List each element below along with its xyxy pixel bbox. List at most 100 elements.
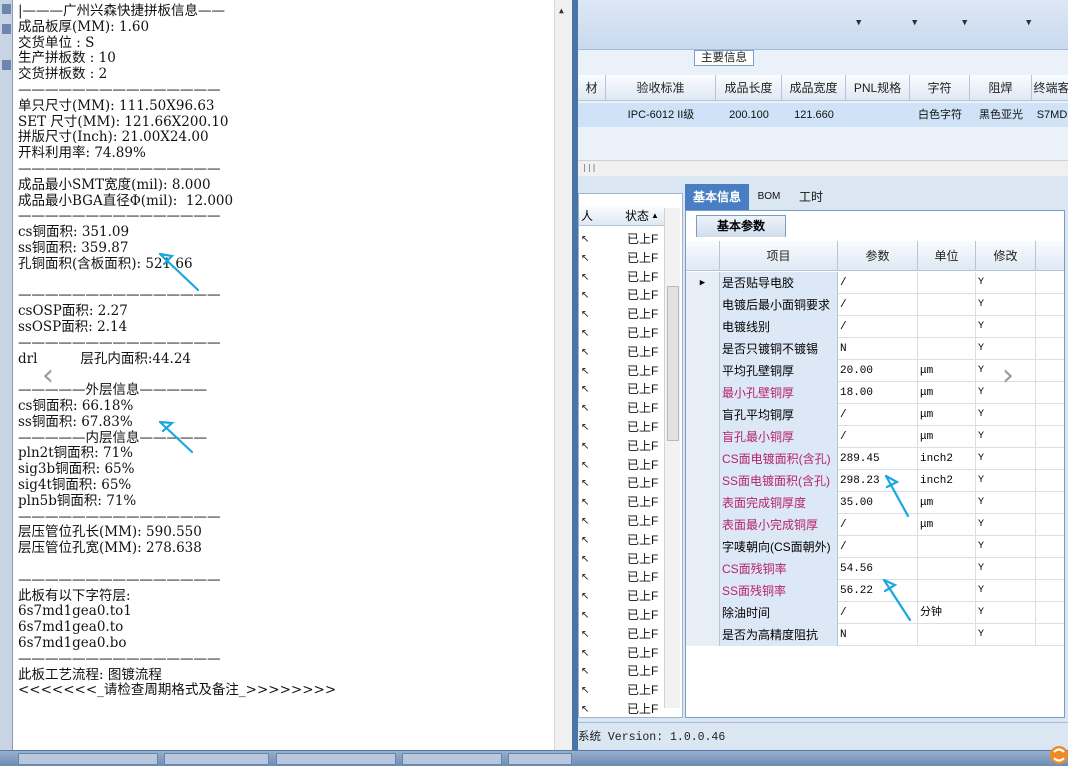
tab-basic-info[interactable]: 基本信息: [685, 184, 749, 210]
param-unit[interactable]: [918, 624, 976, 646]
text-content-area[interactable]: |———广州兴森快捷拼板信息—— 成品板厚(MM): 1.60 交货单位 : S 生产…: [14, 0, 554, 750]
dropdown-arrow-icon[interactable]: ▼: [1026, 18, 1031, 28]
taskbar-button[interactable]: [402, 753, 502, 765]
list-item[interactable]: ↖ 已上F: [579, 437, 664, 456]
prev-image-icon[interactable]: ‹: [42, 358, 54, 393]
list-item[interactable]: ↖ 已上F: [579, 512, 664, 531]
list-item[interactable]: ↖ 已上F: [579, 700, 664, 719]
scroll-up-icon[interactable]: ▲: [559, 6, 564, 15]
list-item[interactable]: ↖ 已上F: [579, 625, 664, 644]
row-indicator[interactable]: [686, 294, 720, 316]
main-info-cell[interactable]: 黑色亚光: [970, 104, 1032, 126]
list-scroll-thumb[interactable]: [667, 286, 679, 441]
param-row[interactable]: CS面电镀面积(含孔) 289.45 inch2 Y: [686, 448, 1064, 470]
main-info-column-header[interactable]: 终端客: [1032, 75, 1068, 101]
scroll-grip-icon[interactable]: |||: [582, 163, 596, 172]
param-unit[interactable]: μm: [918, 404, 976, 426]
row-indicator[interactable]: [686, 338, 720, 360]
param-row[interactable]: SS面残铜率 56.22 Y: [686, 580, 1064, 602]
row-indicator[interactable]: [686, 536, 720, 558]
param-modify[interactable]: Y: [976, 602, 1036, 624]
vertical-scrollbar[interactable]: ▲: [554, 0, 572, 750]
list-item[interactable]: ↖ 已上F: [579, 531, 664, 550]
list-item[interactable]: ↖ 已上F: [579, 268, 664, 287]
param-row[interactable]: 电镀线别 / Y: [686, 316, 1064, 338]
list-item[interactable]: ↖ 已上F: [579, 380, 664, 399]
param-modify[interactable]: Y: [976, 536, 1036, 558]
param-row[interactable]: 字唛朝向(CS面朝外) / Y: [686, 536, 1064, 558]
toolbar-icon[interactable]: [2, 24, 11, 34]
param-row[interactable]: 电镀后最小面铜要求 / Y: [686, 294, 1064, 316]
column-header-param[interactable]: 参数: [838, 241, 918, 271]
list-item[interactable]: ↖ 已上F: [579, 249, 664, 268]
main-info-cell[interactable]: 200.100: [716, 104, 782, 126]
param-modify[interactable]: Y: [976, 448, 1036, 470]
list-scrollbar[interactable]: [664, 208, 680, 708]
param-modify[interactable]: Y: [976, 558, 1036, 580]
param-unit[interactable]: [918, 536, 976, 558]
main-info-cell[interactable]: 白色字符: [910, 104, 970, 126]
row-indicator[interactable]: [686, 382, 720, 404]
param-row[interactable]: 是否为高精度阻抗 N Y: [686, 624, 1064, 646]
column-header-person[interactable]: 人: [581, 206, 593, 226]
param-unit[interactable]: μm: [918, 514, 976, 536]
taskbar-button[interactable]: [508, 753, 572, 765]
main-info-column-header[interactable]: 材: [578, 75, 606, 101]
param-unit[interactable]: [918, 316, 976, 338]
main-info-column-header[interactable]: 验收标准: [606, 75, 716, 101]
tab-bom[interactable]: BOM: [751, 184, 787, 210]
param-modify[interactable]: Y: [976, 426, 1036, 448]
param-value[interactable]: 35.00: [838, 492, 918, 514]
row-indicator[interactable]: [686, 426, 720, 448]
row-indicator[interactable]: [686, 448, 720, 470]
main-info-cell[interactable]: S7MD: [1032, 104, 1068, 126]
tab-work-hours[interactable]: 工时: [791, 184, 831, 210]
list-item[interactable]: ↖ 已上F: [579, 286, 664, 305]
param-unit[interactable]: [918, 558, 976, 580]
toolbar-icon[interactable]: [2, 4, 11, 14]
row-indicator[interactable]: [686, 624, 720, 646]
param-row[interactable]: 表面最小完成铜厚 / μm Y: [686, 514, 1064, 536]
param-value[interactable]: /: [838, 404, 918, 426]
param-unit[interactable]: μm: [918, 426, 976, 448]
param-value[interactable]: 18.00: [838, 382, 918, 404]
param-value[interactable]: /: [838, 536, 918, 558]
param-unit[interactable]: inch2: [918, 470, 976, 492]
row-indicator[interactable]: [686, 470, 720, 492]
column-header-modify[interactable]: 修改: [976, 241, 1036, 271]
main-info-column-header[interactable]: PNL规格: [846, 75, 910, 101]
param-row[interactable]: 盲孔最小铜厚 / μm Y: [686, 426, 1064, 448]
list-item[interactable]: ↖ 已上F: [579, 662, 664, 681]
row-indicator[interactable]: [686, 514, 720, 536]
param-modify[interactable]: Y: [976, 514, 1036, 536]
param-modify[interactable]: Y: [976, 316, 1036, 338]
param-unit[interactable]: inch2: [918, 448, 976, 470]
toolbar-icon[interactable]: [2, 60, 11, 70]
param-unit[interactable]: [918, 338, 976, 360]
row-indicator[interactable]: [686, 492, 720, 514]
horizontal-scrollbar[interactable]: |||: [578, 160, 1068, 176]
taskbar-button[interactable]: [276, 753, 396, 765]
param-modify[interactable]: Y: [976, 404, 1036, 426]
param-unit[interactable]: μm: [918, 492, 976, 514]
param-row[interactable]: 是否只镀铜不镀锡 N Y: [686, 338, 1064, 360]
dropdown-arrow-icon[interactable]: ▼: [856, 18, 861, 28]
param-value[interactable]: 56.22: [838, 580, 918, 602]
main-info-column-header[interactable]: 成品长度: [716, 75, 782, 101]
param-row[interactable]: 表面完成铜厚度 35.00 μm Y: [686, 492, 1064, 514]
dropdown-arrow-icon[interactable]: ▼: [962, 18, 967, 28]
param-unit[interactable]: [918, 272, 976, 294]
param-value[interactable]: 289.45: [838, 448, 918, 470]
main-info-cell[interactable]: IPC-6012 II级: [606, 104, 716, 126]
param-modify[interactable]: Y: [976, 294, 1036, 316]
list-item[interactable]: ↖ 已上F: [579, 230, 664, 249]
row-indicator[interactable]: [686, 360, 720, 382]
column-header-item[interactable]: 项目: [720, 241, 838, 271]
row-indicator[interactable]: [686, 558, 720, 580]
list-item[interactable]: ↖ 已上F: [579, 399, 664, 418]
param-value[interactable]: /: [838, 514, 918, 536]
param-value[interactable]: /: [838, 602, 918, 624]
list-item[interactable]: ↖ 已上F: [579, 606, 664, 625]
column-header-unit[interactable]: 单位: [918, 241, 976, 271]
param-row[interactable]: 除油时间 / 分钟 Y: [686, 602, 1064, 624]
